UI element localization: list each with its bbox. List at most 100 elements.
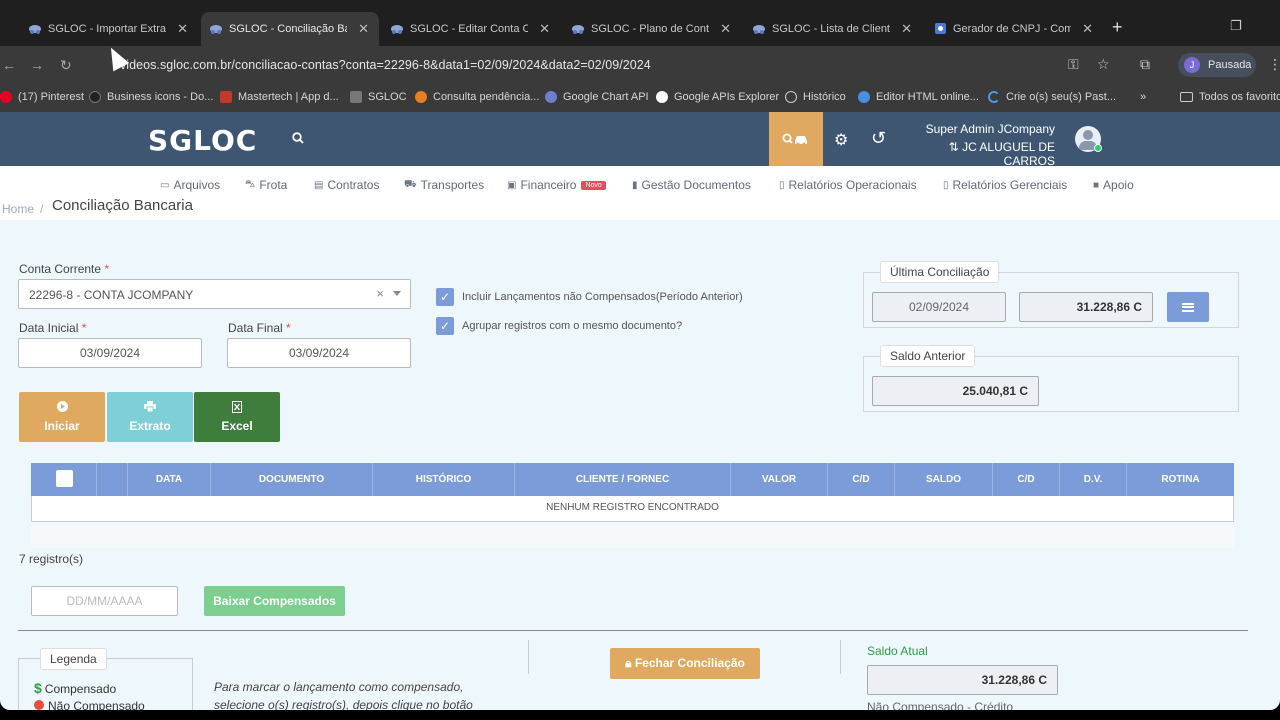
select-all-checkbox[interactable] <box>56 470 73 487</box>
menu-arquivos[interactable]: ▭ Arquivos <box>160 178 220 192</box>
bookmark-sgloc[interactable]: SGLOC <box>350 91 407 103</box>
list-icon <box>1182 302 1194 312</box>
legend-title: Legenda <box>40 648 107 670</box>
browser-window: SGLOC - Importar Extrato B ✕ SGLOC - Con… <box>0 0 1280 710</box>
menu-apoio[interactable]: ■ Apoio <box>1093 178 1134 192</box>
required-mark: * <box>286 321 291 335</box>
tab-title: SGLOC - Plano de Contas <box>591 23 709 35</box>
tab-plano-contas[interactable]: SGLOC - Plano de Contas ✕ <box>563 12 741 46</box>
bookmark-apis-explorer[interactable]: Google APIs Explorer <box>656 91 779 103</box>
fechar-conciliacao-button[interactable]: 🔒︎ Fechar Conciliação <box>610 648 760 679</box>
url-text[interactable]: videos.sgloc.com.br/conciliacao-contas?c… <box>120 58 651 72</box>
tab-lista-clientes[interactable]: SGLOC - Lista de Clientes ✕ <box>744 12 922 46</box>
search-icon[interactable] <box>292 131 304 147</box>
bookmark-pinterest[interactable]: (17) Pinterest <box>0 91 84 103</box>
help-text: Para marcar o lançamento como compensado… <box>214 680 473 710</box>
column-dv[interactable]: D.V. <box>1060 463 1127 496</box>
conta-corrente-select[interactable]: 22296-8 - CONTA JCOMPANY × <box>18 279 411 309</box>
back-icon[interactable]: ← <box>2 57 16 73</box>
column-cliente-fornec[interactable]: CLIENTE / FORNEC <box>515 463 731 496</box>
clear-icon[interactable]: × <box>376 286 384 301</box>
divider <box>18 630 1248 631</box>
new-tab-button[interactable]: + <box>1112 18 1123 36</box>
legend-compensado: $ Compensado <box>34 680 116 696</box>
bookmark-business-icons[interactable]: Business icons - Do... <box>89 91 213 103</box>
user-name[interactable]: Super Admin JCompany <box>900 122 1055 136</box>
restore-window-icon[interactable]: ❐ <box>1230 18 1242 34</box>
menu-relatorios-operacionais[interactable]: ▯ Relatórios Operacionais <box>779 178 917 192</box>
avatar[interactable] <box>1075 126 1102 152</box>
extensions-icon[interactable]: ⧉ <box>1140 56 1150 73</box>
column-cd[interactable]: C/D <box>828 463 895 496</box>
close-icon[interactable]: ✕ <box>901 21 912 37</box>
menu-frota[interactable]: ⛍ Frota <box>245 178 287 192</box>
menu-contratos[interactable]: ▤ Contratos <box>314 178 379 192</box>
tab-importar-extrato[interactable]: SGLOC - Importar Extrato B ✕ <box>20 12 198 46</box>
bookmark-editor-html[interactable]: Editor HTML online... <box>858 91 979 103</box>
label-text: Data Inicial <box>19 321 79 335</box>
incluir-nao-compensados-checkbox[interactable]: ✓ <box>436 288 454 306</box>
baixar-compensados-button[interactable]: Baixar Compensados <box>204 586 345 616</box>
swap-icon: ⇅ <box>948 140 959 154</box>
column-rotina[interactable]: ROTINA <box>1127 463 1234 496</box>
consulta-icon <box>415 91 427 103</box>
search-car-icon <box>782 133 807 146</box>
close-icon[interactable]: ✕ <box>539 21 550 37</box>
reload-icon[interactable]: ↻ <box>60 57 72 74</box>
close-icon[interactable]: ✕ <box>358 21 369 37</box>
online-status-dot <box>1094 144 1102 152</box>
bookmark-consulta[interactable]: Consulta pendência... <box>415 91 539 103</box>
extrato-button[interactable]: Extrato <box>107 392 193 442</box>
column-data[interactable]: DATA <box>128 463 211 496</box>
forward-icon[interactable]: → <box>30 57 44 73</box>
list-conciliacoes-button[interactable] <box>1167 292 1209 322</box>
incluir-nao-compensados-label: Incluir Lançamentos não Compensados(Perí… <box>462 291 743 303</box>
bookmark-star-icon[interactable]: ☆ <box>1097 56 1110 73</box>
undo-icon[interactable]: ↺ <box>871 128 886 149</box>
profile-button[interactable]: J Pausada <box>1178 53 1256 77</box>
close-icon[interactable]: ✕ <box>177 21 188 37</box>
close-icon[interactable]: ✕ <box>1082 21 1093 37</box>
column-valor[interactable]: VALOR <box>731 463 828 496</box>
app-logo[interactable]: SGLOC <box>148 124 257 157</box>
tab-editar-conta[interactable]: SGLOC - Editar Conta Corr ✕ <box>382 12 560 46</box>
tab-conciliacao[interactable]: SGLOC - Conciliação Banca ✕ <box>201 12 379 46</box>
menu-kebab-icon[interactable]: ⋮ <box>1268 56 1280 73</box>
iniciar-button[interactable]: Iniciar <box>19 392 105 442</box>
vehicle-search-button[interactable] <box>769 112 823 166</box>
compensacao-date-input[interactable]: DD/MM/AAAA <box>31 586 178 616</box>
data-inicial-input[interactable]: 03/09/2024 <box>18 338 202 368</box>
agrupar-registros-checkbox[interactable]: ✓ <box>436 317 454 335</box>
bookmark-google-chart[interactable]: Google Chart API <box>545 91 649 103</box>
excel-file-icon <box>194 401 280 415</box>
menu-transportes[interactable]: ⛟ Transportes <box>404 178 484 192</box>
column-saldo[interactable]: SALDO <box>895 463 993 496</box>
chevron-down-icon[interactable] <box>393 291 401 296</box>
close-icon[interactable]: ✕ <box>720 21 731 37</box>
gear-favicon-icon <box>935 23 946 34</box>
column-cd-saldo[interactable]: C/D <box>993 463 1060 496</box>
password-key-icon[interactable]: ⚿ <box>1068 56 1079 73</box>
tab-gerador-cnpj[interactable]: Gerador de CNPJ - Como C ✕ <box>925 12 1103 46</box>
bookmark-all[interactable]: Todos os favoritos <box>1180 91 1280 103</box>
company-switch[interactable]: ⇅ JC ALUGUEL DE CARROS <box>900 140 1055 168</box>
saldo-atual-value: 31.228,86 C <box>867 665 1058 695</box>
support-icon: ■ <box>1093 179 1100 191</box>
column-historico[interactable]: HISTÓRICO <box>373 463 515 496</box>
excel-button[interactable]: Excel <box>194 392 280 442</box>
column-documento[interactable]: DOCUMENTO <box>211 463 373 496</box>
bookmarks-overflow[interactable]: » <box>1140 91 1146 103</box>
report-icon: ▯ <box>943 179 949 191</box>
bookmark-mastertech[interactable]: Mastertech | App d... <box>220 91 339 103</box>
menu-relatorios-gerenciais[interactable]: ▯ Relatórios Gerenciais <box>943 178 1067 192</box>
page: SGLOC ⚙ ↺ Super Admin JCompany ⇅ JC ALUG… <box>0 112 1280 710</box>
folder-icon <box>1180 92 1193 102</box>
menu-gestao-documentos[interactable]: ▮ Gestão Documentos <box>632 178 751 192</box>
required-mark: * <box>104 262 110 276</box>
bookmark-pastas[interactable]: Crie o(s) seu(s) Past... <box>988 91 1116 103</box>
menu-financeiro[interactable]: ▣ Financeiro Novo <box>507 178 606 192</box>
data-final-input[interactable]: 03/09/2024 <box>227 338 411 368</box>
gear-icon[interactable]: ⚙ <box>834 130 848 150</box>
bookmark-historico[interactable]: Histórico <box>785 91 846 103</box>
breadcrumb-home[interactable]: Home <box>2 202 34 216</box>
